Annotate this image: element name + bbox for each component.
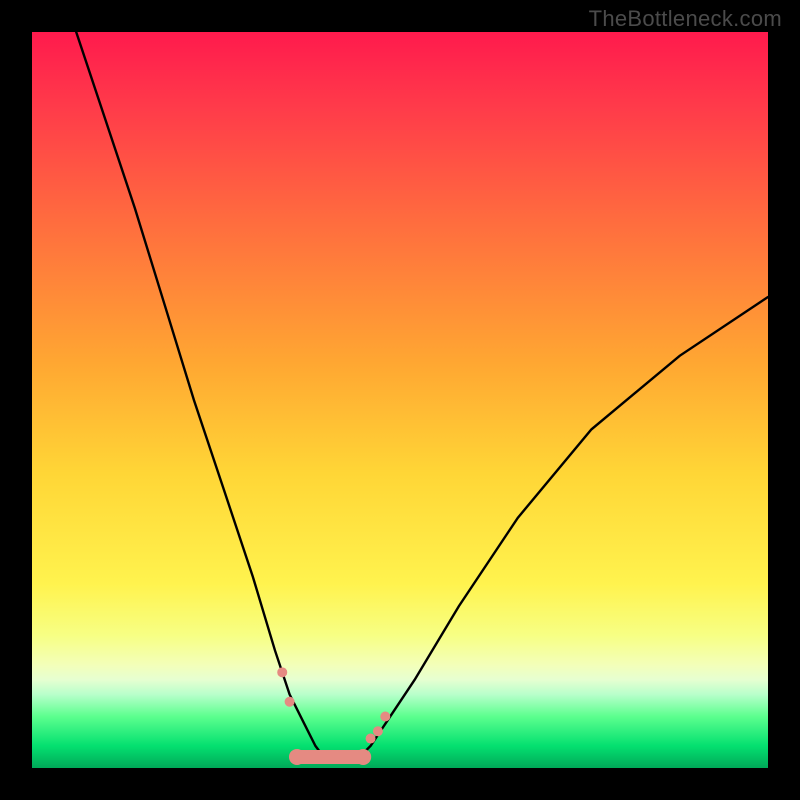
watermark-text: TheBottleneck.com (589, 6, 782, 32)
bar-end-knob (355, 749, 371, 765)
curve-overlay (32, 32, 768, 768)
marker-dot (277, 667, 287, 677)
marker-dot (285, 697, 295, 707)
chart-frame: TheBottleneck.com (0, 0, 800, 800)
right-branch-line (356, 297, 768, 761)
marker-dot (366, 734, 376, 744)
marker-dot (380, 711, 390, 721)
bar-end-knob (289, 749, 305, 765)
marker-dot (373, 726, 383, 736)
left-branch-line (76, 32, 326, 761)
plot-area (32, 32, 768, 768)
bottom-markers (277, 667, 390, 765)
